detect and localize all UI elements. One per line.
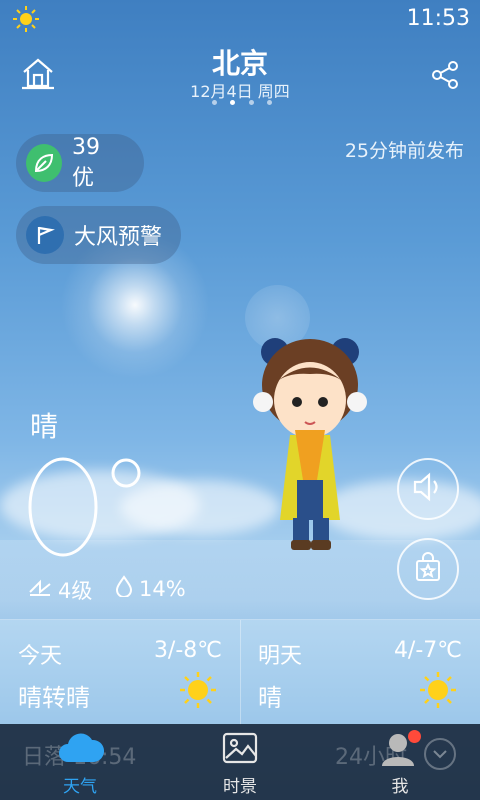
page-dot xyxy=(266,100,272,105)
sun-icon xyxy=(418,670,458,714)
date-line: 12月4日 周四 xyxy=(190,82,290,101)
sun-icon xyxy=(178,670,218,714)
tab-scenery[interactable]: 时景 xyxy=(160,724,320,800)
leaf-icon xyxy=(26,144,62,182)
share-icon[interactable] xyxy=(430,60,460,90)
forecast-panel: 今天 3/-8℃ 晴转晴 明天 4/-7℃ 晴 xyxy=(0,619,480,725)
humidity-value: 14% xyxy=(139,576,186,601)
outfit-shop-button[interactable] xyxy=(397,538,459,600)
tab-label: 我 xyxy=(391,777,409,797)
status-bar: 11:53 xyxy=(0,0,480,36)
wind-warning-pill[interactable]: 大风预警 xyxy=(16,206,181,264)
current-condition: 晴 xyxy=(30,410,59,443)
page-indicator xyxy=(212,100,272,105)
forecast-temp: 4/-7℃ xyxy=(393,638,462,663)
forecast-temp: 3/-8℃ xyxy=(153,638,222,663)
status-time: 11:53 xyxy=(406,6,470,31)
page-dot-active xyxy=(230,100,236,105)
tab-bar: 日落 16:54 24小时 天气 时景 我 xyxy=(0,724,480,800)
current-temperature: 0 xyxy=(28,455,148,565)
forecast-condition: 晴 xyxy=(258,684,282,712)
forecast-today[interactable]: 今天 3/-8℃ 晴转晴 xyxy=(0,620,240,725)
bag-star-icon xyxy=(412,551,444,587)
publish-time: 25分钟前发布 xyxy=(344,140,464,162)
air-quality-pill[interactable]: 39 优 xyxy=(16,134,144,192)
sun-icon xyxy=(12,5,40,37)
warning-label: 大风预警 xyxy=(74,225,163,250)
forecast-day: 明天 xyxy=(258,644,303,669)
page-dot xyxy=(248,100,254,105)
tab-label: 时景 xyxy=(223,777,257,797)
forecast-tomorrow[interactable]: 明天 4/-7℃ 晴 xyxy=(240,620,480,725)
wind-icon xyxy=(28,578,52,603)
flag-icon xyxy=(26,216,64,254)
tab-weather[interactable]: 天气 xyxy=(0,724,160,800)
tab-me[interactable]: 我 xyxy=(320,724,480,800)
cloud-icon xyxy=(58,730,105,768)
forecast-day: 今天 xyxy=(18,644,63,669)
image-icon xyxy=(222,732,258,768)
tab-label: 天气 xyxy=(63,777,97,797)
humidity-info: 14% xyxy=(115,575,186,602)
wind-level: 4级 xyxy=(58,579,93,603)
notification-badge xyxy=(408,730,421,743)
aqi-value: 39 优 xyxy=(72,134,100,191)
forecast-condition: 晴转晴 xyxy=(18,684,90,712)
city-title[interactable]: 北京 xyxy=(0,42,480,82)
droplet-icon xyxy=(115,575,133,602)
voice-broadcast-button[interactable] xyxy=(397,458,459,520)
wind-info: 4级 xyxy=(28,575,92,605)
page-dot xyxy=(212,100,217,105)
avatar-character[interactable] xyxy=(245,330,375,555)
speaker-icon xyxy=(411,472,445,506)
